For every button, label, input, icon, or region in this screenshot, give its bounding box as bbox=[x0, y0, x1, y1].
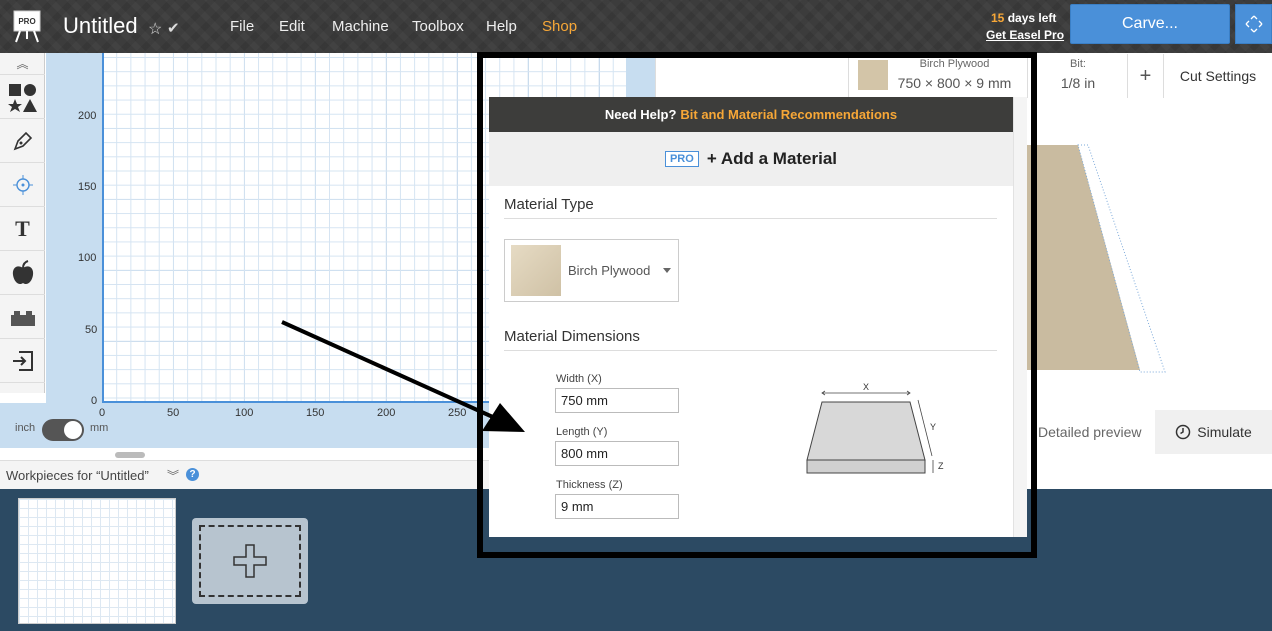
x-tick-label: 0 bbox=[99, 407, 106, 419]
bit-selector[interactable]: Bit: 1/8 in bbox=[1028, 54, 1128, 98]
menu-edit[interactable]: Edit bbox=[279, 18, 305, 35]
annotation-arrow bbox=[281, 320, 525, 432]
horizontal-scrollbar[interactable] bbox=[115, 452, 145, 458]
apps-tool[interactable] bbox=[0, 295, 45, 339]
add-bit-button[interactable]: + bbox=[1128, 54, 1164, 98]
cut-settings-button[interactable]: Cut Settings bbox=[1164, 54, 1272, 98]
unit-toggle[interactable] bbox=[42, 419, 84, 441]
chevron-up-icon: ︽ bbox=[16, 57, 29, 71]
y-axis-line bbox=[102, 53, 104, 402]
y-tick-label: 200 bbox=[78, 110, 97, 122]
shapes-icon bbox=[7, 83, 37, 112]
plus-icon bbox=[233, 544, 267, 578]
star-icon[interactable]: ☆ bbox=[148, 19, 162, 39]
pen-icon bbox=[13, 131, 32, 150]
menu-machine[interactable]: Machine bbox=[332, 18, 389, 35]
simulate-button[interactable]: Simulate bbox=[1155, 410, 1272, 454]
check-icon: ✔ bbox=[167, 20, 180, 37]
trial-days-left: 15 days left bbox=[991, 11, 1057, 25]
detailed-preview-toggle[interactable]: Detailed preview bbox=[1038, 424, 1142, 440]
workpieces-title[interactable]: Workpieces for “Untitled” bbox=[6, 468, 149, 483]
apple-icon bbox=[12, 259, 33, 284]
menu-file[interactable]: File bbox=[230, 18, 254, 35]
simulate-label: Simulate bbox=[1197, 424, 1252, 440]
chevron-down-icon[interactable]: ︾ bbox=[167, 467, 179, 484]
help-icon[interactable]: ? bbox=[186, 468, 199, 481]
easel-pro-logo-icon[interactable]: PRO bbox=[12, 9, 42, 43]
workpiece-thumbnail[interactable] bbox=[18, 498, 176, 624]
y-tick-label: 50 bbox=[85, 324, 98, 336]
svg-text:PRO: PRO bbox=[18, 17, 35, 26]
unit-mm-label: mm bbox=[90, 422, 109, 434]
shapes-tool[interactable] bbox=[0, 75, 45, 119]
pen-tool[interactable] bbox=[0, 119, 45, 163]
left-toolbar: ︽ T bbox=[0, 53, 45, 393]
unit-inch-label: inch bbox=[15, 422, 36, 434]
y-tick-label: 100 bbox=[78, 252, 97, 264]
highlight-frame bbox=[477, 52, 1037, 558]
collapse-toolbar-button[interactable]: ︽ bbox=[0, 53, 45, 75]
expand-icon bbox=[1245, 15, 1262, 33]
x-tick-label: 50 bbox=[167, 407, 180, 419]
clock-icon bbox=[1176, 424, 1191, 440]
crosshair-icon bbox=[12, 174, 33, 195]
carve-button[interactable]: Carve... bbox=[1070, 4, 1230, 44]
point-tool[interactable] bbox=[0, 163, 45, 207]
lego-brick-icon bbox=[10, 310, 35, 326]
menu-toolbox[interactable]: Toolbox bbox=[412, 18, 464, 35]
import-tool[interactable] bbox=[0, 339, 45, 383]
menu-shop[interactable]: Shop bbox=[542, 18, 577, 35]
icons-tool[interactable] bbox=[0, 251, 45, 295]
y-tick-label: 0 bbox=[91, 395, 98, 407]
x-tick-label: 100 bbox=[235, 407, 254, 419]
import-icon bbox=[12, 350, 33, 371]
project-title[interactable]: Untitled bbox=[63, 13, 138, 39]
text-icon: T bbox=[15, 215, 30, 241]
add-workpiece-button[interactable] bbox=[192, 518, 308, 604]
text-tool[interactable]: T bbox=[0, 207, 45, 251]
get-easel-pro-link[interactable]: Get Easel Pro bbox=[986, 28, 1064, 42]
bit-value: 1/8 in bbox=[1060, 75, 1096, 91]
bit-label: Bit: bbox=[1070, 58, 1086, 70]
menu-help[interactable]: Help bbox=[486, 18, 517, 35]
y-tick-label: 150 bbox=[78, 181, 97, 193]
expand-view-button[interactable] bbox=[1235, 4, 1272, 44]
